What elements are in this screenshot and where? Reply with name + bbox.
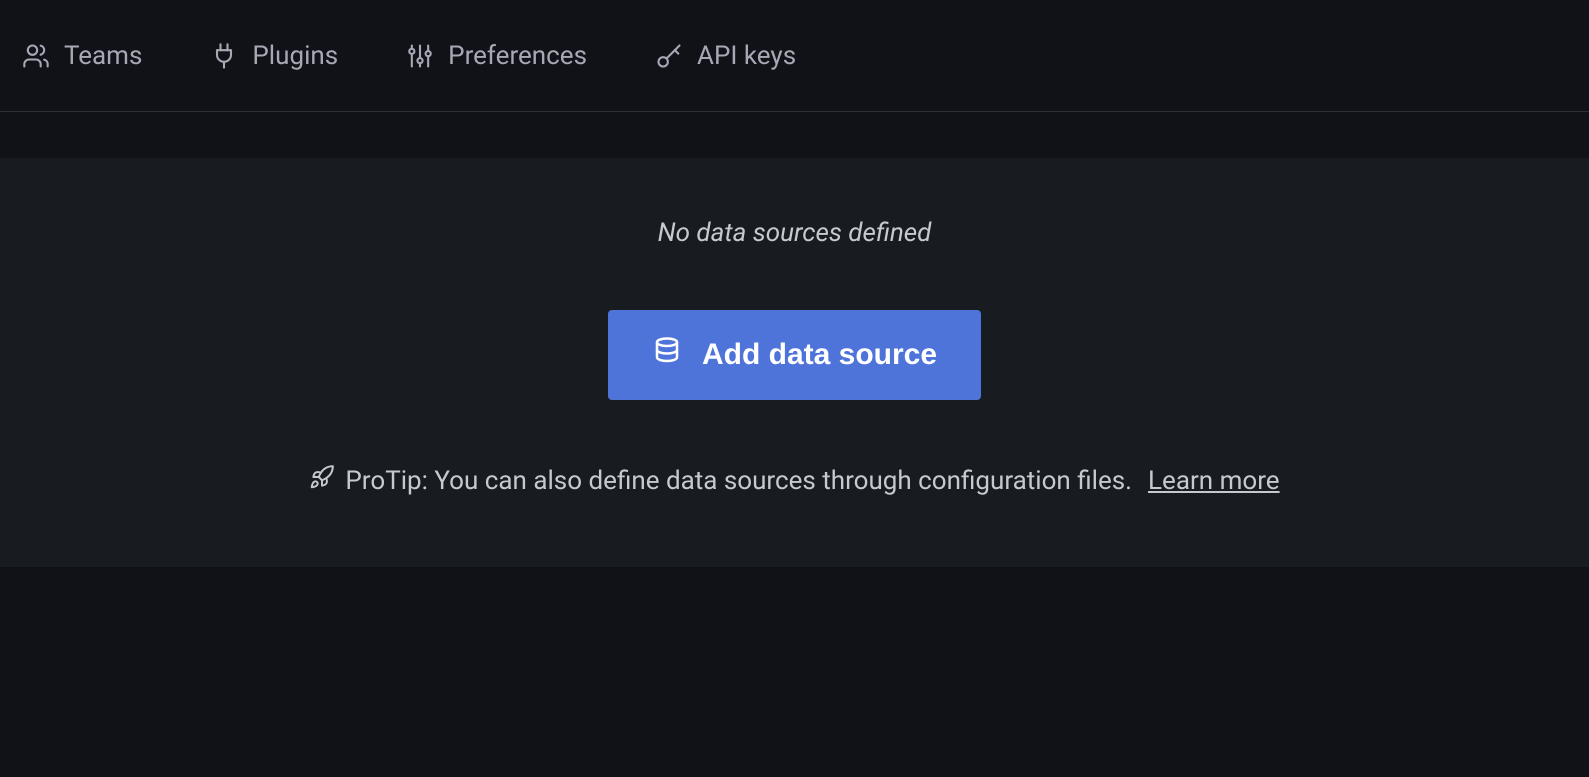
users-icon: [22, 42, 50, 70]
rocket-icon: [309, 464, 335, 497]
empty-state-panel: No data sources defined Add data source …: [0, 158, 1589, 567]
database-icon: [652, 336, 682, 374]
tab-preferences-label: Preferences: [448, 41, 587, 71]
add-data-source-button-label: Add data source: [702, 338, 937, 372]
empty-state-message: No data sources defined: [0, 218, 1589, 248]
tab-apikeys-label: API keys: [697, 41, 796, 71]
tab-apikeys[interactable]: API keys: [651, 33, 800, 79]
add-data-source-button[interactable]: Add data source: [608, 310, 981, 400]
plug-icon: [210, 42, 238, 70]
protip-text: ProTip: You can also define data sources…: [0, 464, 1589, 497]
tab-teams-label: Teams: [64, 41, 142, 71]
key-icon: [655, 42, 683, 70]
protip-learn-more-link[interactable]: Learn more: [1148, 466, 1280, 496]
tab-bar: Teams Plugins Preferences: [0, 0, 1589, 112]
sliders-icon: [406, 42, 434, 70]
tab-preferences[interactable]: Preferences: [402, 33, 591, 79]
tab-plugins-label: Plugins: [252, 41, 338, 71]
tab-teams[interactable]: Teams: [18, 33, 146, 79]
protip-body: ProTip: You can also define data sources…: [345, 466, 1132, 496]
tab-plugins[interactable]: Plugins: [206, 33, 342, 79]
